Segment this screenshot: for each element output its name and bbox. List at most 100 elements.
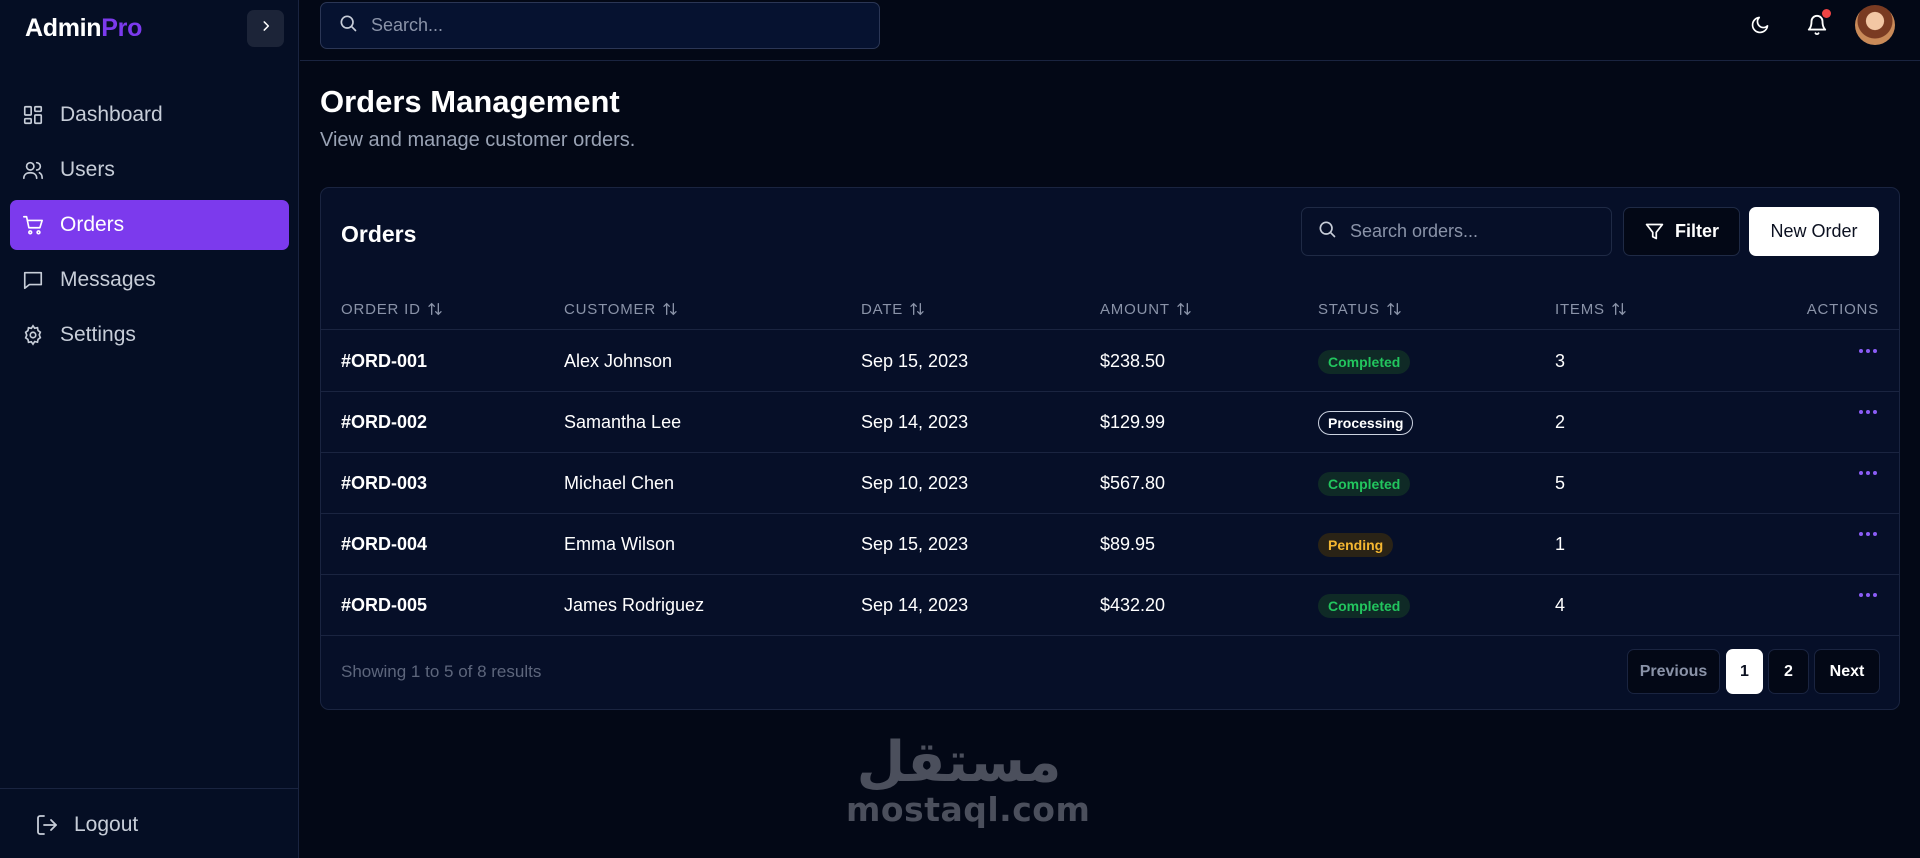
- table-row[interactable]: #ORD-001 Alex Johnson Sep 15, 2023 $238.…: [321, 331, 1899, 392]
- order-id: #ORD-004: [341, 534, 428, 554]
- column-header-amount[interactable]: AMOUNT: [1100, 288, 1192, 330]
- sidebar-toggle-button[interactable]: [247, 10, 284, 47]
- sort-icon: [909, 301, 925, 317]
- brand-name-accent: Pro: [101, 14, 143, 42]
- order-amount: $129.99: [1100, 412, 1166, 432]
- sidebar: AdminPro Dashboard Users Orders Messages…: [0, 0, 299, 858]
- status-badge: Completed: [1318, 349, 1411, 374]
- sidebar-item-messages[interactable]: Messages: [10, 255, 289, 305]
- customer-name: Emma Wilson: [564, 534, 676, 554]
- sidebar-item-label: Dashboard: [60, 103, 163, 126]
- page-title: Orders Management: [320, 84, 620, 119]
- top-bar: [300, 0, 1920, 61]
- global-search-input[interactable]: [371, 15, 851, 36]
- order-amount: $89.95: [1100, 534, 1156, 554]
- sort-icon: [1611, 301, 1627, 317]
- item-count: 4: [1555, 595, 1566, 615]
- search-icon: [1317, 219, 1337, 244]
- customer-name: James Rodriguez: [564, 595, 705, 615]
- pagination-page-1[interactable]: 1: [1726, 649, 1763, 694]
- item-count: 5: [1555, 473, 1566, 493]
- order-id: #ORD-002: [341, 412, 428, 432]
- column-header-status[interactable]: STATUS: [1318, 288, 1402, 330]
- sidebar-item-orders[interactable]: Orders: [10, 200, 289, 250]
- brand-logo[interactable]: AdminPro: [25, 14, 142, 43]
- column-header-date[interactable]: DATE: [861, 288, 925, 330]
- item-count: 2: [1555, 412, 1566, 432]
- item-count: 1: [1555, 534, 1566, 554]
- watermark-latin: mostaql.com: [846, 790, 1091, 829]
- gear-icon: [21, 323, 45, 347]
- watermark-logo: مستقل mostaql.com: [846, 730, 1091, 829]
- order-date: Sep 10, 2023: [861, 473, 969, 493]
- pagination-page-2[interactable]: 2: [1768, 649, 1809, 694]
- column-header-items[interactable]: ITEMS: [1555, 288, 1627, 330]
- sort-icon: [1386, 301, 1402, 317]
- row-actions-menu-icon[interactable]: [1859, 593, 1877, 597]
- sidebar-nav: Dashboard Users Orders Messages Settings: [10, 90, 289, 365]
- sort-icon: [662, 301, 678, 317]
- row-actions-menu-icon[interactable]: [1859, 471, 1877, 475]
- filter-button[interactable]: Filter: [1623, 207, 1740, 256]
- logout-icon: [35, 813, 59, 837]
- column-label: DATE: [861, 300, 904, 318]
- sidebar-item-label: Messages: [60, 268, 156, 291]
- order-date: Sep 14, 2023: [861, 595, 969, 615]
- column-header-actions: ACTIONS: [1807, 288, 1879, 330]
- watermark-arabic: مستقل: [856, 730, 1062, 795]
- order-id: #ORD-003: [341, 473, 428, 493]
- page-subtitle: View and manage customer orders.: [320, 129, 636, 151]
- row-actions-menu-icon[interactable]: [1859, 349, 1877, 353]
- table-row[interactable]: #ORD-005 James Rodriguez Sep 14, 2023 $4…: [321, 575, 1899, 636]
- global-search[interactable]: [320, 2, 880, 49]
- order-amount: $432.20: [1100, 595, 1166, 615]
- order-amount: $567.80: [1100, 473, 1166, 493]
- column-label: CUSTOMER: [564, 300, 656, 318]
- table-row[interactable]: #ORD-004 Emma Wilson Sep 15, 2023 $89.95…: [321, 514, 1899, 575]
- theme-toggle-button[interactable]: [1745, 12, 1775, 42]
- column-label: ACTIONS: [1806, 300, 1879, 318]
- message-icon: [21, 268, 45, 292]
- table-row[interactable]: #ORD-003 Michael Chen Sep 10, 2023 $567.…: [321, 453, 1899, 514]
- sidebar-item-label: Settings: [60, 323, 136, 346]
- moon-icon: [1750, 15, 1770, 40]
- sidebar-item-label: Orders: [60, 213, 125, 236]
- sidebar-item-settings[interactable]: Settings: [10, 310, 289, 360]
- filter-icon: [1644, 221, 1665, 242]
- sidebar-item-users[interactable]: Users: [10, 145, 289, 195]
- row-actions-menu-icon[interactable]: [1859, 410, 1877, 414]
- column-header-customer[interactable]: CUSTOMER: [564, 288, 678, 330]
- pagination-previous-button[interactable]: Previous: [1627, 649, 1720, 694]
- pagination-next-button[interactable]: Next: [1814, 649, 1880, 694]
- table-row[interactable]: #ORD-002 Samantha Lee Sep 14, 2023 $129.…: [321, 392, 1899, 453]
- avatar[interactable]: [1855, 5, 1895, 45]
- filter-label: Filter: [1674, 221, 1719, 241]
- column-header-order-id[interactable]: ORDER ID: [341, 288, 443, 330]
- chevron-right-icon: [259, 19, 273, 38]
- sidebar-footer: Logout: [0, 788, 299, 858]
- column-label: STATUS: [1318, 300, 1380, 318]
- column-label: ORDER ID: [341, 300, 421, 318]
- column-label: AMOUNT: [1100, 300, 1170, 318]
- logout-label: Logout: [74, 813, 139, 836]
- brand-name-primary: Admin: [25, 14, 102, 42]
- logout-button[interactable]: Logout: [35, 813, 138, 837]
- dashboard-icon: [21, 103, 45, 127]
- sidebar-item-dashboard[interactable]: Dashboard: [10, 90, 289, 140]
- results-summary: Showing 1 to 5 of 8 results: [341, 662, 542, 681]
- status-badge: Processing: [1318, 410, 1414, 435]
- cart-icon: [21, 213, 45, 237]
- search-icon: [338, 13, 358, 38]
- customer-name: Samantha Lee: [564, 412, 682, 432]
- orders-card: Orders Filter New Order ORDER ID CUSTOME…: [320, 187, 1900, 710]
- orders-search[interactable]: [1301, 207, 1612, 256]
- sidebar-item-label: Users: [60, 158, 115, 181]
- status-badge: Completed: [1318, 593, 1411, 618]
- notification-badge: [1822, 9, 1831, 18]
- notifications-button[interactable]: [1802, 9, 1832, 42]
- order-amount: $238.50: [1100, 351, 1166, 371]
- status-badge: Completed: [1318, 471, 1411, 496]
- row-actions-menu-icon[interactable]: [1859, 532, 1877, 536]
- orders-search-input[interactable]: [1350, 221, 1610, 242]
- new-order-button[interactable]: New Order: [1749, 207, 1879, 256]
